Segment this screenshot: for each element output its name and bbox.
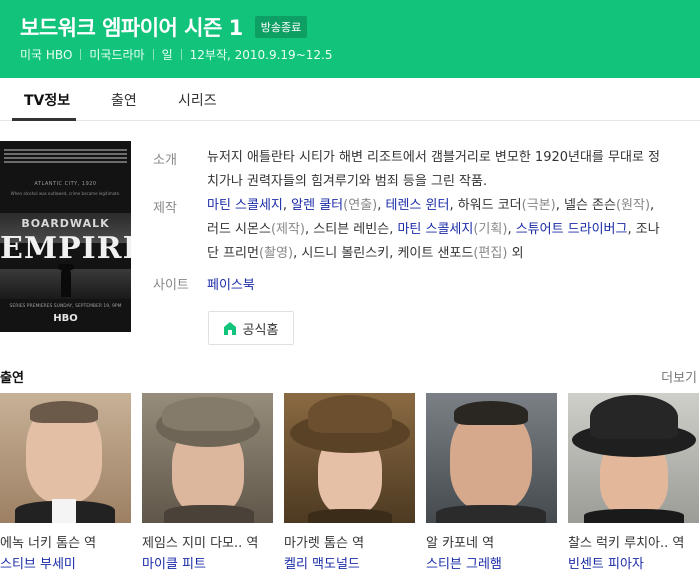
credit-link[interactable]: 스튜어트 드라이버그 — [516, 222, 628, 237]
cast-actor-link[interactable]: 스티브 부세미 — [0, 553, 76, 572]
meta-episodes: 12부작, 2010.9.19~12.5 — [189, 48, 333, 62]
cast-photo[interactable] — [284, 393, 415, 523]
cast-role: 찰스 럭키 루치아.. 역 — [568, 536, 685, 551]
title-row: 보드워크 엠파이어 시즌 1 방송종료 — [20, 12, 308, 42]
credit-role: (연출) — [343, 198, 378, 213]
production-credits: 마틴 스콜세지, 알렌 쿨터(연출), 테렌스 윈터, 하워드 코더(극본), … — [207, 198, 660, 261]
credit-role: (촬영) — [258, 246, 294, 261]
credit-link[interactable]: 마틴 스콜세지 — [397, 222, 473, 237]
more-link[interactable]: 더보기 — [661, 367, 697, 386]
cast-section-title: 출연 — [0, 371, 24, 386]
intro-text: 뉴저지 애틀란타 시티가 해변 리조트에서 갬블거리로 변모한 1920년대를 … — [207, 150, 660, 189]
cast-photo[interactable] — [0, 393, 131, 523]
cast-actor-link[interactable]: 켈리 맥도널드 — [284, 553, 360, 572]
official-home-button[interactable]: 공식홈 — [208, 311, 294, 345]
credit-role: (제작) — [270, 222, 306, 237]
meta-row: 미국 HBO 미국드라마 일 12부작, 2010.9.19~12.5 — [20, 46, 332, 63]
credit-link[interactable]: 테렌스 윈터 — [386, 198, 450, 213]
cast-actor-link[interactable]: 빈센트 피아자 — [568, 553, 644, 572]
poster-premiere: SERIES PREMIERES SUNDAY, SEPTEMBER 19, 9… — [9, 304, 122, 309]
tab-tv-info[interactable]: TV정보 — [24, 90, 70, 110]
meta-day: 일 — [161, 48, 173, 62]
poster-image[interactable]: ATLANTIC CITY, 1920 When alcohol was out… — [0, 141, 131, 332]
poster-title-main: EMPIRE — [0, 231, 131, 266]
page-title[interactable]: 보드워크 엠파이어 시즌 1 — [20, 12, 243, 42]
credit-link[interactable]: 마틴 스콜세지 — [207, 198, 283, 213]
home-icon — [223, 321, 236, 335]
cast-card[interactable]: 알 카포네 역 스티븐 그레햄 — [426, 393, 557, 572]
active-tab-indicator — [12, 118, 76, 121]
production-label: 제작 — [153, 201, 177, 216]
poster-network-logo: HBO — [53, 313, 78, 324]
header: 보드워크 엠파이어 시즌 1 방송종료 미국 HBO 미국드라마 일 12부작,… — [0, 0, 700, 78]
site-link-facebook[interactable]: 페이스북 — [207, 274, 255, 293]
cast-card[interactable]: 에녹 너키 톰슨 역 스티브 부세미 — [0, 393, 131, 572]
credit-role: (극본) — [521, 198, 556, 213]
poster-figure — [61, 269, 71, 297]
cast-actor-link[interactable]: 마이클 피트 — [142, 553, 206, 572]
poster-quote: When alcohol was outlawed, crime became … — [10, 191, 121, 196]
credit-role: (원작) — [615, 198, 651, 213]
cast-role: 에녹 너키 톰슨 역 — [0, 536, 97, 551]
poster-title-top: BOARDWALK — [21, 217, 110, 230]
credit-role: (편집) — [473, 246, 508, 261]
official-home-label: 공식홈 — [242, 322, 279, 338]
cast-card[interactable]: 마가렛 톰슨 역 켈리 맥도널드 — [284, 393, 415, 572]
credit-link[interactable]: 알렌 쿨터 — [291, 198, 343, 213]
credit-role: (기획) — [473, 222, 508, 237]
status-badge: 방송종료 — [254, 16, 308, 38]
meta-divider — [180, 49, 182, 60]
poster-credits — [4, 147, 127, 177]
credit-name: 하워드 코더 — [457, 198, 522, 213]
credit-name: 넬슨 존슨 — [563, 198, 616, 213]
tab-cast[interactable]: 출연 — [111, 90, 137, 110]
cast-card[interactable]: 찰스 럭키 루치아.. 역 빈센트 피아자 — [568, 393, 699, 572]
tab-series[interactable]: 시리즈 — [178, 90, 217, 110]
meta-network[interactable]: 미국 HBO — [20, 46, 72, 63]
cast-photo[interactable] — [426, 393, 557, 523]
credit-name: 케이트 샌포드 — [397, 246, 474, 261]
credit-name: 시드니 볼린스키 — [301, 246, 390, 261]
cast-role: 제임스 지미 다모.. 역 — [142, 536, 259, 551]
intro-label: 소개 — [153, 153, 177, 168]
site-label: 사이트 — [153, 278, 189, 293]
cast-actor-link[interactable]: 스티븐 그레햄 — [426, 553, 502, 572]
meta-divider — [152, 49, 154, 60]
poster-city: ATLANTIC CITY, 1920 — [34, 181, 97, 187]
cast-role: 마가렛 톰슨 역 — [284, 536, 365, 551]
cast-role: 알 카포네 역 — [426, 536, 495, 551]
tab-bar: TV정보 출연 시리즈 — [0, 78, 700, 121]
credit-name: 스티븐 레빈슨 — [313, 222, 390, 237]
cast-card[interactable]: 제임스 지미 다모.. 역 마이클 피트 — [142, 393, 273, 572]
cast-photo[interactable] — [568, 393, 699, 523]
meta-divider — [80, 49, 82, 60]
credit-name: 러드 시몬스 — [207, 222, 271, 237]
cast-photo[interactable] — [142, 393, 273, 523]
credit-suffix: 외 — [511, 246, 524, 261]
meta-genre[interactable]: 미국드라마 — [89, 46, 144, 63]
